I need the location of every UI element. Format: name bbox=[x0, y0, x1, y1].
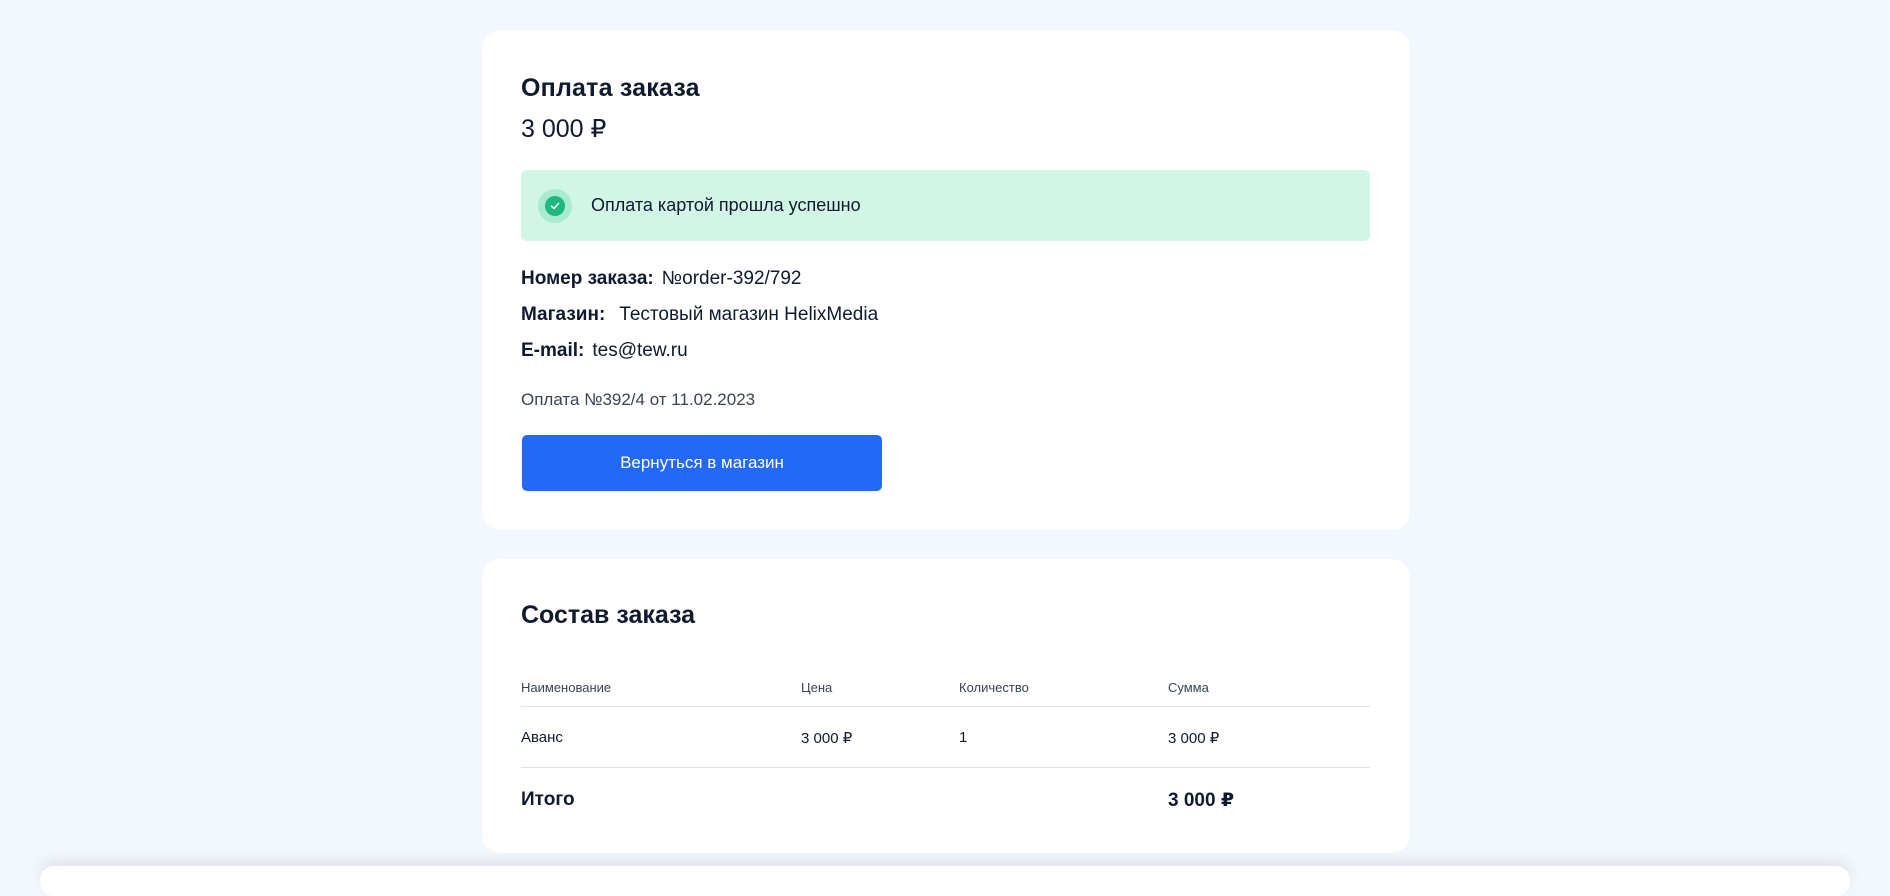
table-header: Наименование Цена Количество Сумма bbox=[521, 680, 1370, 707]
payment-meta: Оплата №392/4 от 11.02.2023 bbox=[521, 390, 756, 409]
table-row: Аванс 3 000 ₽ 1 3 000 ₽ bbox=[521, 729, 1370, 768]
email-label: E-mail: bbox=[521, 340, 585, 361]
shop-row: Магазин: Тестовый магазин HelixMedia bbox=[521, 304, 878, 326]
shop-label: Магазин: bbox=[521, 304, 606, 325]
order-number-value: №order-392/792 bbox=[661, 268, 802, 289]
email-row: E-mail: tes@tew.ru bbox=[521, 340, 688, 362]
total-row: Итого 3 000 ₽ bbox=[521, 789, 1370, 819]
shop-value: Тестовый магазин HelixMedia bbox=[619, 304, 879, 325]
item-name: Аванс bbox=[521, 729, 563, 746]
item-sum: 3 000 ₽ bbox=[1168, 730, 1220, 747]
column-header-price: Цена bbox=[801, 680, 833, 695]
success-alert: Оплата картой прошла успешно bbox=[521, 170, 1370, 241]
check-circle-icon bbox=[538, 189, 572, 223]
order-number-row: Номер заказа: №order-392/792 bbox=[521, 268, 802, 290]
bottom-panel-edge bbox=[40, 866, 1850, 896]
column-header-sum: Сумма bbox=[1168, 680, 1209, 695]
order-card: Состав заказа Наименование Цена Количест… bbox=[482, 559, 1410, 853]
total-label: Итого bbox=[521, 789, 575, 810]
payment-card: Оплата заказа 3 000 ₽ Оплата картой прош… bbox=[482, 30, 1410, 530]
order-number-label: Номер заказа: bbox=[521, 268, 654, 289]
success-message: Оплата картой прошла успешно bbox=[591, 195, 861, 215]
item-qty: 1 bbox=[959, 729, 968, 746]
column-header-name: Наименование bbox=[521, 680, 612, 695]
payment-title: Оплата заказа bbox=[521, 74, 700, 102]
column-header-qty: Количество bbox=[959, 680, 1029, 695]
payment-amount: 3 000 ₽ bbox=[521, 115, 607, 143]
item-price: 3 000 ₽ bbox=[801, 730, 853, 747]
order-title: Состав заказа bbox=[521, 601, 696, 629]
back-to-shop-button[interactable]: Вернуться в магазин bbox=[522, 435, 882, 491]
total-value: 3 000 ₽ bbox=[1168, 790, 1235, 811]
email-value: tes@tew.ru bbox=[592, 340, 688, 361]
